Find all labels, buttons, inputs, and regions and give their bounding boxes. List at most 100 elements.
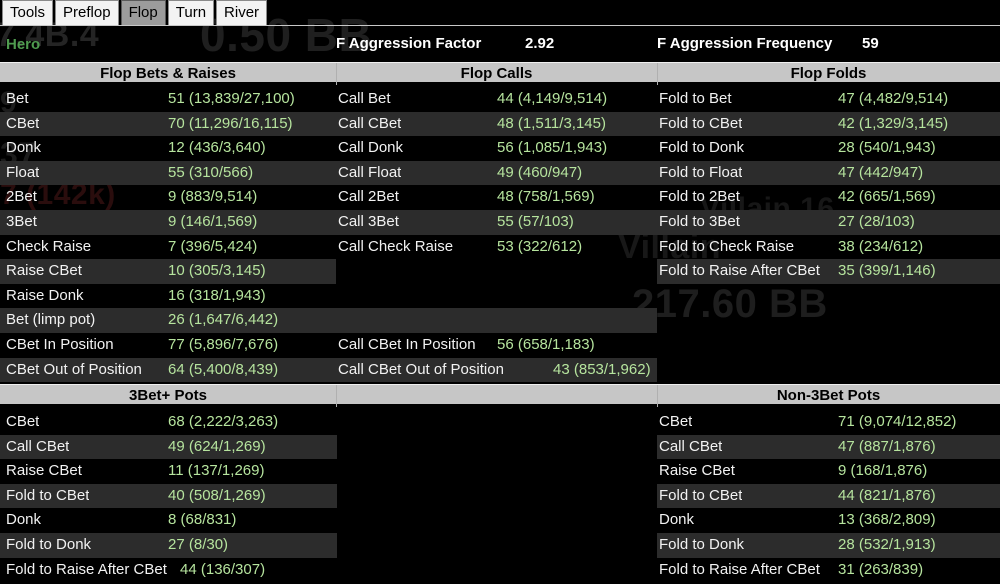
- stat-value: 38 (234/612): [838, 237, 924, 255]
- pots-stats-grid: CBet 68 (2,222/3,263) CBet 71 (9,074/12,…: [0, 410, 1000, 582]
- stat-label: Fold to Donk: [6, 535, 92, 553]
- table-row[interactable]: CBet 68 (2,222/3,263) CBet 71 (9,074/12,…: [0, 410, 1000, 435]
- stat-label: Fold to 2Bet: [659, 188, 740, 206]
- pots-section-header: 3Bet+ Pots Non-3Bet Pots: [0, 384, 1000, 407]
- stat-label: Call Bet: [338, 90, 391, 107]
- table-row[interactable]: 3Bet 9 (146/1,569) Call 3Bet 55 (57/103)…: [0, 209, 1000, 235]
- stat-label: 3Bet: [6, 212, 37, 230]
- flop-stats-grid: Bet 51 (13,839/27,100) Call Bet 44 (4,14…: [0, 87, 1000, 383]
- stat-value: 43 (853/1,962): [553, 360, 651, 378]
- stat-label: Call CBet: [338, 114, 402, 132]
- stat-label: Fold to CBet: [659, 486, 743, 504]
- table-row[interactable]: Fold to CBet 40 (508/1,269) Fold to CBet…: [0, 483, 1000, 509]
- stat-label: 2Bet: [6, 188, 37, 206]
- table-row[interactable]: Donk 8 (68/831) Donk 13 (368/2,809): [0, 508, 1000, 533]
- stat-value: 7 (396/5,424): [168, 237, 258, 255]
- stat-value: 9 (883/9,514): [168, 188, 258, 206]
- stat-label: Fold to Raise After CBet: [659, 262, 820, 280]
- stat-value: 56 (658/1,183): [497, 335, 595, 353]
- stat-value: 9 (168/1,876): [838, 462, 928, 480]
- stat-label: Donk: [6, 139, 42, 157]
- stat-value: 47 (442/947): [838, 163, 924, 181]
- stat-value: 8 (68/831): [168, 511, 237, 529]
- column-header-flop-folds: Flop Folds: [790, 65, 867, 82]
- table-row[interactable]: Fold to Raise After CBet 44 (136/307) Fo…: [0, 558, 1000, 583]
- stat-value: 44 (136/307): [180, 560, 266, 578]
- stat-value: 71 (9,074/12,852): [838, 413, 957, 430]
- flop-stats-window: Tools Preflop Flop Turn River Hero F Agg…: [0, 0, 1000, 584]
- aggression-factor-label: F Aggression Factor: [336, 35, 482, 52]
- stat-label: Fold to Check Raise: [659, 237, 795, 255]
- stat-label: Float: [6, 163, 40, 181]
- stat-value: 47 (887/1,876): [838, 437, 936, 455]
- tab-preflop[interactable]: Preflop: [55, 0, 119, 26]
- flop-section-header: Flop Bets & Raises Flop Calls Flop Folds: [0, 62, 1000, 85]
- stat-label: CBet In Position: [6, 335, 114, 353]
- stat-label: Donk: [659, 511, 695, 529]
- stat-label: Fold to CBet: [6, 486, 90, 504]
- stat-value: 56 (1,085/1,943): [497, 139, 608, 157]
- stat-value: 53 (322/612): [497, 237, 583, 255]
- stat-value: 40 (508/1,269): [168, 486, 266, 504]
- aggression-frequency-label: F Aggression Frequency: [657, 35, 833, 52]
- hero-label: Hero: [6, 36, 41, 53]
- table-row[interactable]: Call CBet 49 (624/1,269) Call CBet 47 (8…: [0, 434, 1000, 460]
- tab-turn[interactable]: Turn: [167, 0, 215, 26]
- stat-value: 55 (310/566): [168, 163, 254, 181]
- stat-value: 55 (57/103): [497, 212, 574, 230]
- stat-value: 70 (11,296/16,115): [168, 114, 293, 132]
- stat-value: 77 (5,896/7,676): [168, 335, 279, 353]
- stat-label: Raise CBet: [659, 462, 735, 480]
- stat-label: Donk: [6, 511, 42, 529]
- tab-tools[interactable]: Tools: [2, 0, 54, 26]
- stat-label: Fold to Donk: [659, 535, 745, 553]
- table-row[interactable]: Bet 51 (13,839/27,100) Call Bet 44 (4,14…: [0, 87, 1000, 112]
- stat-label: CBet: [6, 114, 40, 132]
- stat-value: 64 (5,400/8,439): [168, 360, 279, 378]
- table-row[interactable]: Raise CBet 10 (305/3,145) Fold to Raise …: [0, 259, 1000, 284]
- table-row[interactable]: Bet (limp pot) 26 (1,647/6,442): [0, 308, 1000, 333]
- table-row[interactable]: Raise Donk 16 (318/1,943): [0, 284, 1000, 309]
- aggression-factor-value: 2.92: [525, 35, 555, 52]
- stat-value: 27 (8/30): [168, 535, 229, 553]
- tab-flop[interactable]: Flop: [120, 0, 166, 26]
- stat-value: 49 (460/947): [497, 163, 583, 181]
- stat-value: 48 (1,511/3,145): [497, 114, 606, 132]
- stat-value: 31 (263/839): [838, 560, 924, 578]
- stat-value: 48 (758/1,569): [497, 188, 595, 206]
- stat-label: Bet (limp pot): [6, 311, 96, 329]
- table-row[interactable]: 2Bet 9 (883/9,514) Call 2Bet 48 (758/1,5…: [0, 185, 1000, 210]
- stat-value: 10 (305/3,145): [168, 262, 266, 280]
- stat-label: Call CBet: [659, 437, 723, 455]
- table-row[interactable]: CBet Out of Position 64 (5,400/8,439) Ca…: [0, 357, 1000, 383]
- stat-label: Fold to CBet: [659, 114, 743, 132]
- stat-label: CBet: [659, 413, 693, 430]
- stat-label: Call CBet Out of Position: [338, 360, 504, 378]
- stat-value: 68 (2,222/3,263): [168, 413, 279, 430]
- stat-label: Raise CBet: [6, 462, 82, 480]
- stat-label: Call Float: [338, 163, 402, 181]
- stat-value: 35 (399/1,146): [838, 262, 936, 280]
- table-row[interactable]: CBet In Position 77 (5,896/7,676) Call C…: [0, 333, 1000, 358]
- row-stripe: [0, 308, 657, 333]
- stat-value: 26 (1,647/6,442): [168, 311, 279, 329]
- table-row[interactable]: CBet 70 (11,296/16,115) Call CBet 48 (1,…: [0, 111, 1000, 137]
- table-row[interactable]: Donk 12 (436/3,640) Call Donk 56 (1,085/…: [0, 136, 1000, 161]
- tab-river[interactable]: River: [216, 0, 268, 26]
- stat-value: 13 (368/2,809): [838, 511, 936, 529]
- table-row[interactable]: Float 55 (310/566) Call Float 49 (460/94…: [0, 160, 1000, 186]
- aggression-frequency-value: 59: [862, 35, 879, 52]
- column-header-3bet-pots: 3Bet+ Pots: [129, 387, 207, 404]
- stat-label: Raise CBet: [6, 262, 82, 280]
- column-header-flop-calls: Flop Calls: [460, 65, 533, 82]
- stat-label: Raise Donk: [6, 286, 84, 304]
- table-row[interactable]: Raise CBet 11 (137/1,269) Raise CBet 9 (…: [0, 459, 1000, 484]
- table-row[interactable]: Fold to Donk 27 (8/30) Fold to Donk 28 (…: [0, 532, 1000, 558]
- table-row[interactable]: Check Raise 7 (396/5,424) Call Check Rai…: [0, 235, 1000, 260]
- tab-bar: Tools Preflop Flop Turn River: [0, 0, 269, 26]
- header-separator: [336, 385, 337, 407]
- stat-value: 16 (318/1,943): [168, 286, 266, 304]
- stat-value: 12 (436/3,640): [168, 139, 266, 157]
- stat-value: 51 (13,839/27,100): [168, 90, 295, 107]
- stat-value: 27 (28/103): [838, 212, 915, 230]
